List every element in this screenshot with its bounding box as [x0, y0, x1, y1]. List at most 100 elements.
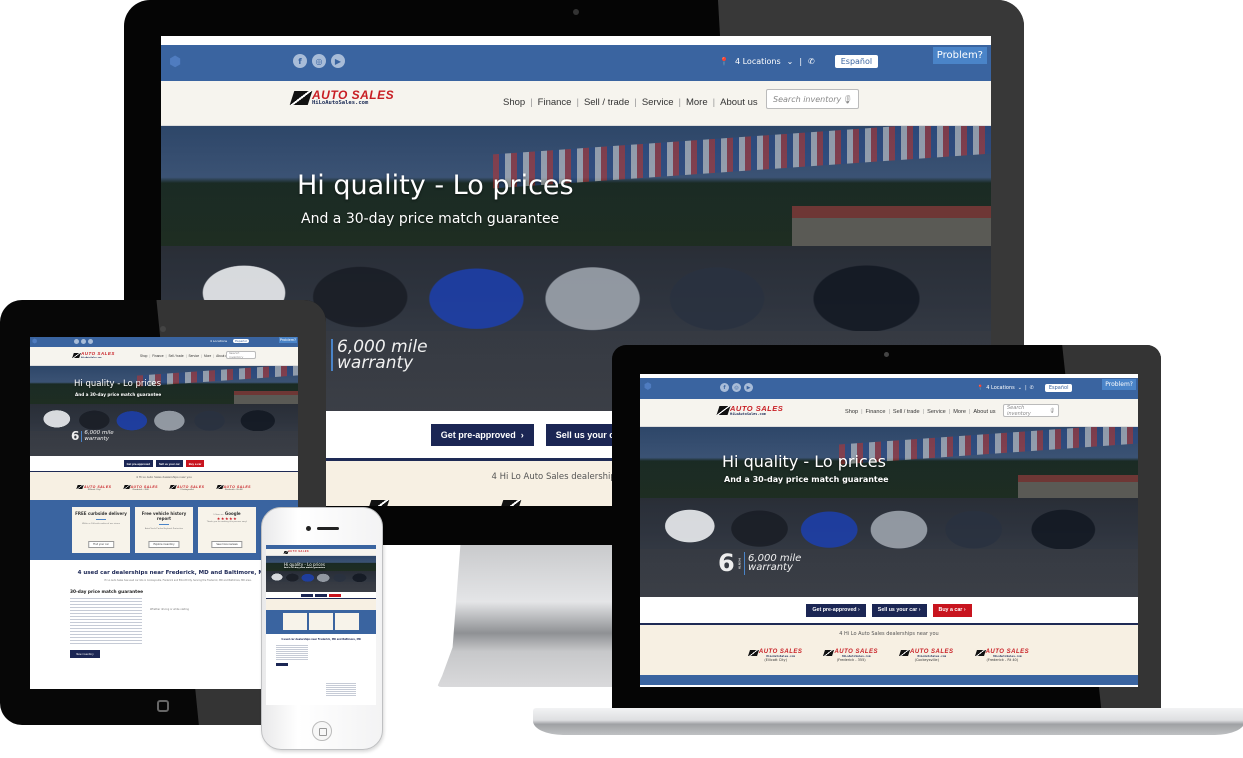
facebook-icon[interactable]: f	[720, 383, 729, 392]
logo[interactable]: AUTO SALES HiLoAutoSales.com	[72, 351, 115, 359]
facebook-icon[interactable]: f	[293, 54, 307, 68]
new-inventory-button[interactable]	[276, 663, 288, 666]
tablet-home-button	[157, 700, 169, 712]
nav-item-more[interactable]: More	[953, 409, 966, 415]
feature-text: Within a 100-mile radius of our stores	[82, 523, 120, 525]
phone-icon[interactable]: ✆	[808, 57, 815, 66]
see-more-reviews-button[interactable]: See more reviews	[211, 541, 243, 548]
nav-item-shop[interactable]: Shop	[140, 354, 147, 358]
locations-dropdown[interactable]: 4 Locations	[986, 385, 1015, 391]
dealer-logo-frederick-355[interactable]: AUTO SALES HiLoAutoSales.com (Frederick - …	[823, 649, 878, 662]
language-button[interactable]: Español	[233, 339, 249, 343]
laptop-base	[533, 708, 1243, 735]
nav-item-finance[interactable]: Finance	[152, 354, 163, 358]
nav-item-service[interactable]: Service	[927, 409, 946, 415]
problem-button[interactable]: Problem?	[278, 337, 297, 343]
phone-camera	[306, 526, 311, 531]
dealer-logo[interactable]: AUTO SALES	[469, 500, 551, 506]
instagram-icon[interactable]: ◎	[312, 54, 326, 68]
warranty-bar	[81, 431, 83, 443]
logo-mark-icon	[72, 352, 81, 358]
sell-us-your-car-button[interactable]: Sell us your car	[155, 460, 183, 467]
map-pin-icon: 📍	[977, 385, 984, 391]
warranty-number: 6	[71, 429, 80, 443]
main-nav: AUTO SALES	[266, 549, 376, 556]
get-pre-approved-button[interactable]: Get pre-approved ›	[806, 603, 866, 617]
explore-inventory-button[interactable]: Explore inventory	[148, 541, 180, 548]
locations-dropdown[interactable]: 4 Locations	[735, 57, 781, 66]
nav-item-sell-trade[interactable]: Sell / trade	[584, 97, 629, 108]
sell-us-your-car-button[interactable]	[315, 593, 327, 597]
warranty-bar	[743, 552, 746, 575]
locations-area: 4 Locations Español	[210, 339, 249, 343]
dealer-logo-ellicott-city[interactable]: AUTO SALES HiLoAutoSales.com (Ellicott Cit…	[747, 649, 803, 662]
microphone-icon[interactable]: 🎙	[842, 95, 852, 104]
dealer-logo-frederick-rt40[interactable]: AUTO SALES HiLoAutoSales.com (Frederick - …	[974, 649, 1030, 662]
search-input[interactable]: Search inventory	[226, 351, 256, 359]
feature-card	[309, 613, 333, 630]
find-your-car-button[interactable]: Find your car	[88, 541, 114, 548]
nav-item-shop[interactable]: Shop	[845, 409, 858, 415]
warranty-line2: warranty	[84, 435, 110, 442]
buy-a-car-button[interactable]: Buy a car	[185, 460, 205, 467]
buy-a-car-button[interactable]	[329, 593, 341, 597]
secondary-paragraph	[326, 683, 356, 697]
dealer-logo[interactable]: AUTO SALES	[337, 500, 419, 506]
dealer-logo[interactable]: AUTO SALES (Frederick - 355)	[122, 485, 159, 491]
nav-item-about-us[interactable]: About us	[720, 97, 758, 108]
problem-button[interactable]: Problem?	[1102, 379, 1136, 390]
youtube-icon[interactable]: ▶	[331, 54, 345, 68]
main-nav: AUTO SALES HiLoAutoSales.com Shop | Financ…	[30, 347, 298, 366]
get-pre-approved-button[interactable]	[301, 593, 313, 597]
about-section: 4 used car dealerships near Frederick, M…	[266, 634, 376, 697]
hero-headline: Hi quality - Lo prices	[297, 170, 574, 201]
hero-banner: Hi quality - Lo prices And a 30-day pric…	[266, 556, 376, 592]
logo[interactable]: AUTO SALES HiLoAutoSales.com	[716, 405, 783, 416]
problem-button[interactable]: Problem?	[932, 47, 987, 64]
logo-url: HiLoAutoSales.com	[730, 411, 766, 416]
language-button[interactable]: Español	[1044, 384, 1073, 392]
sell-us-your-car-button[interactable]: Sell us your car ›	[871, 603, 927, 617]
nav-item-finance[interactable]: Finance	[866, 409, 886, 415]
instagram-icon[interactable]: ◎	[732, 383, 741, 392]
nav-item-service[interactable]: Service	[189, 354, 200, 358]
features-section	[266, 610, 376, 634]
dealer-logo[interactable]: AUTO SALES (Cockeysville)	[169, 485, 205, 491]
youtube-icon[interactable]: ▶	[744, 383, 753, 392]
instagram-icon[interactable]	[81, 339, 86, 344]
logo[interactable]: AUTO SALES	[283, 551, 309, 554]
divider: |	[799, 57, 803, 66]
youtube-icon[interactable]	[88, 339, 93, 344]
laptop-camera	[884, 352, 889, 357]
dealership-building	[233, 391, 298, 404]
facebook-icon[interactable]	[74, 339, 79, 344]
language-button[interactable]: Español	[834, 55, 879, 68]
get-pre-approved-button[interactable]: Get pre-approved ›	[430, 423, 534, 446]
phone-home-button	[312, 721, 332, 741]
dealer-logo-cockeysville[interactable]: AUTO SALES HiLoAutoSales.com (Cockeysville…	[899, 649, 954, 662]
logo[interactable]: AUTO SALES HiLoAutoSales.com	[289, 89, 394, 107]
microphone-icon[interactable]: 🎙	[1049, 408, 1055, 414]
get-pre-approved-button[interactable]: Get pre-approved	[123, 460, 153, 467]
dealer-logo[interactable]: AUTO SALES (Frederick - Rt 40)	[215, 485, 252, 491]
nav-item-sell-trade[interactable]: Sell / trade	[893, 409, 920, 415]
nav-item-sell-trade[interactable]: Sell / trade	[168, 354, 183, 358]
nav-item-about-us[interactable]: About us	[973, 409, 995, 415]
cta-row: Get pre-approved Sell us your car Buy a …	[30, 456, 298, 472]
nav-item-shop[interactable]: Shop	[503, 97, 525, 108]
car-lot-image	[30, 403, 298, 431]
search-input[interactable]: Search inventory 🎙	[766, 89, 859, 109]
new-inventory-button[interactable]: New inventory	[70, 650, 100, 658]
search-placeholder: Search inventory	[229, 351, 244, 359]
buy-a-car-button[interactable]: Buy a car ›	[932, 603, 972, 617]
dealer-logo[interactable]: AUTO SALES (Ellicott City)	[76, 485, 112, 491]
search-input[interactable]: Search inventory 🎙	[1003, 404, 1059, 417]
pennant-flags	[137, 366, 298, 387]
nav-item-finance[interactable]: Finance	[538, 97, 572, 108]
nav-item-service[interactable]: Service	[642, 97, 674, 108]
nav-item-more[interactable]: More	[686, 97, 708, 108]
dealerships-section: 4 Hi Lo Auto Sales dealerships near you …	[640, 625, 1138, 675]
locations-dropdown[interactable]: 4 Locations	[210, 339, 227, 343]
phone-icon[interactable]: ✆	[1030, 385, 1034, 391]
nav-item-more[interactable]: More	[204, 354, 211, 358]
